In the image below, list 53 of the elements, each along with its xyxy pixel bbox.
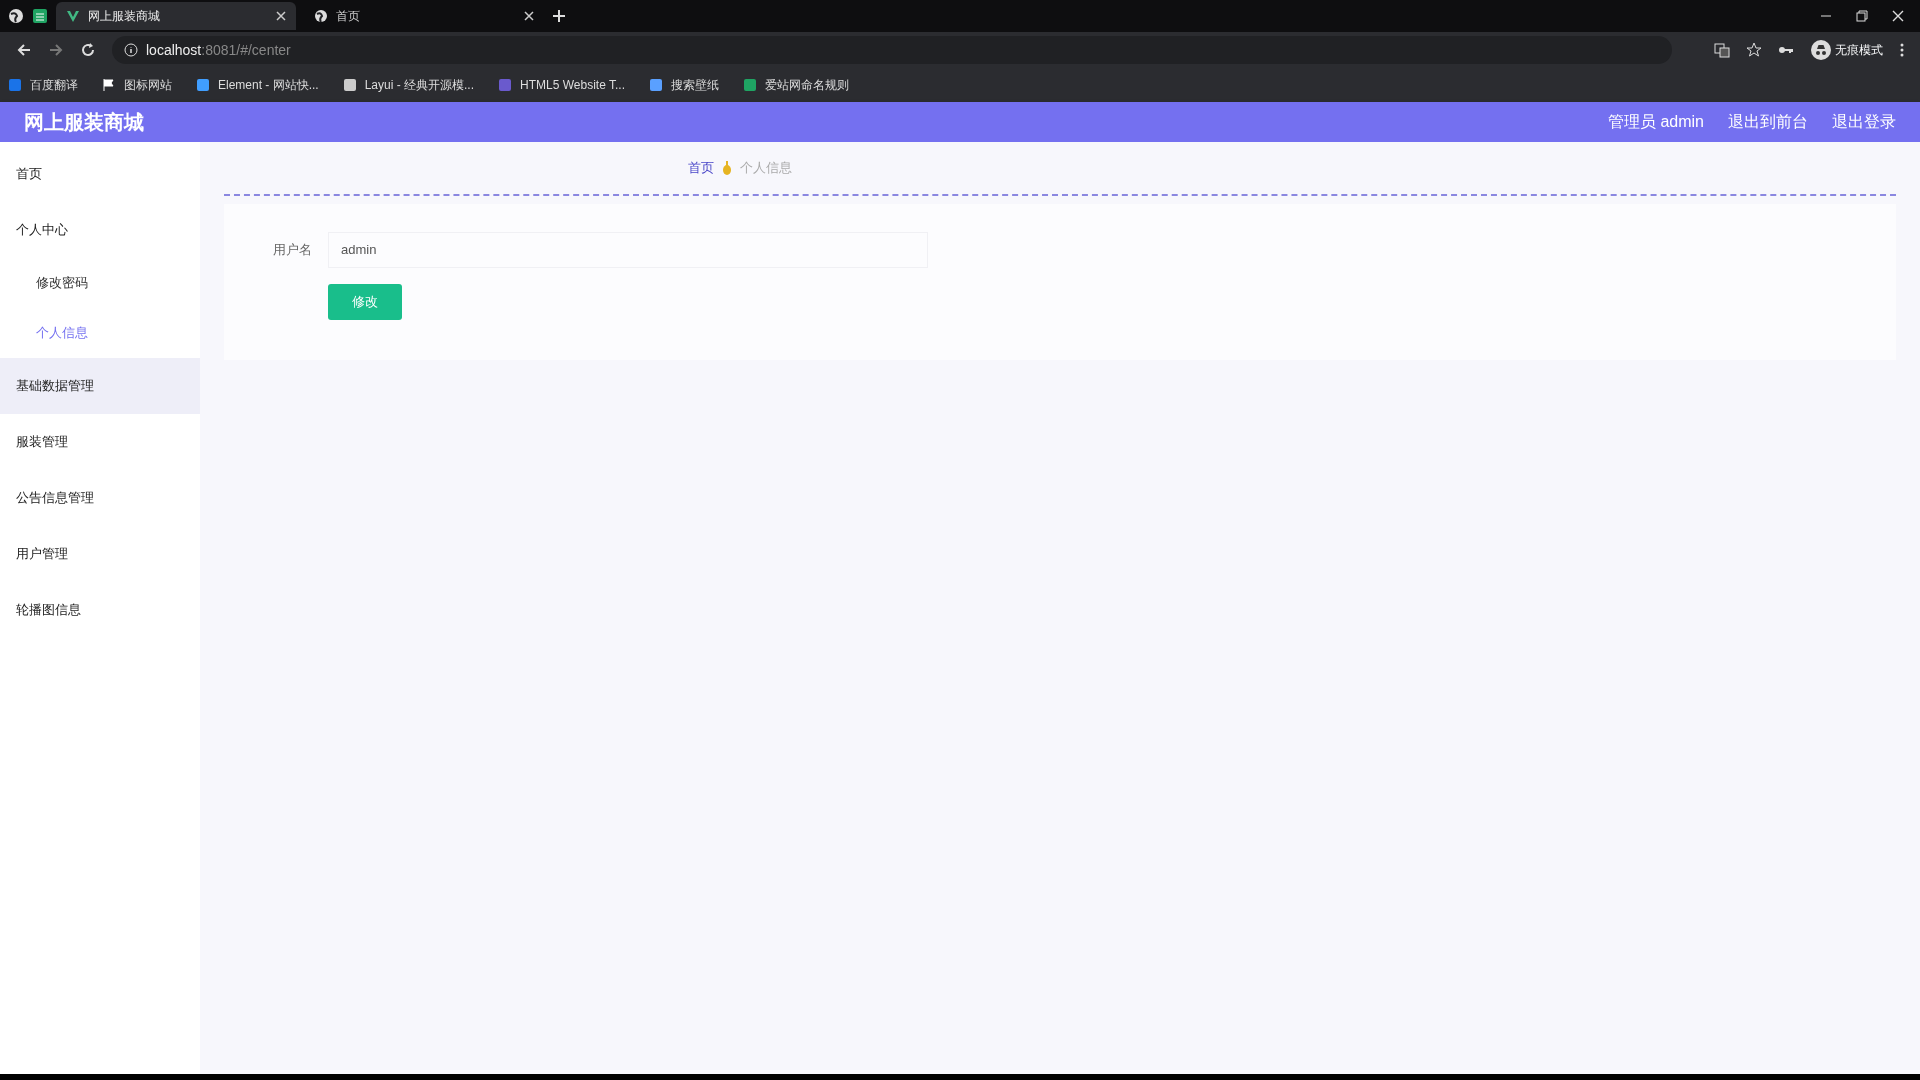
sidebar-item[interactable]: 首页	[0, 146, 200, 202]
address-bar[interactable]: localhost:8081/#/center	[112, 36, 1672, 64]
close-icon[interactable]	[276, 11, 286, 21]
bookmark-icon	[649, 78, 663, 92]
sidebar-item[interactable]: 基础数据管理	[0, 358, 200, 414]
close-icon[interactable]	[524, 11, 534, 21]
sidebar-item[interactable]: 公告信息管理	[0, 470, 200, 526]
header-link[interactable]: 退出登录	[1832, 110, 1896, 134]
input-field[interactable]: admin	[328, 231, 928, 268]
star-icon[interactable]	[1746, 42, 1762, 58]
sidebar-item[interactable]: 用户管理	[0, 526, 200, 582]
bookmark-link[interactable]: 爱站网命名规则	[743, 76, 849, 94]
bookmark-link[interactable]: HTML5 Website T...	[498, 76, 625, 94]
profile-button[interactable]: 无痕模式	[1810, 39, 1884, 61]
bookmark-link[interactable]: 搜索壁纸	[649, 76, 719, 94]
header-link[interactable]: 退出到前台	[1728, 110, 1808, 134]
forward-icon[interactable]	[48, 42, 64, 58]
breadcrumb-current: 个人信息	[740, 159, 792, 177]
url-text: localhost:8081/#/center	[146, 40, 291, 60]
reload-icon[interactable]	[80, 42, 96, 58]
user-label: 管理员 admin	[1607, 112, 1704, 132]
tab-title: 网上服装商城	[88, 8, 161, 25]
tab-title: 首页	[336, 8, 361, 25]
flag-icon	[102, 78, 116, 92]
sidebar-subitem[interactable]: 个人信息	[0, 308, 200, 358]
info-icon	[124, 43, 138, 57]
bookmark-icon	[498, 78, 513, 92]
field-label: 用户名	[272, 240, 312, 259]
more-icon[interactable]	[1900, 43, 1904, 57]
sidebar-item[interactable]: 服装管理	[0, 414, 200, 470]
sidebar-item[interactable]: 轮播图信息	[0, 582, 200, 638]
incognito-icon	[1811, 40, 1831, 60]
bookmark-link[interactable]: 图标网站	[102, 76, 172, 94]
site-title: 网上服装商城	[24, 110, 144, 135]
browser-tab[interactable]: 首页	[304, 2, 544, 30]
bookmark-icon	[743, 78, 757, 92]
sheet-icon[interactable]	[32, 8, 48, 24]
sidebar-subitem[interactable]: 修改密码	[0, 258, 200, 308]
translate-icon[interactable]	[1714, 42, 1730, 58]
bookmark-link[interactable]: 百度翻译	[8, 76, 78, 94]
bookmark-link[interactable]: Element - 网站快...	[196, 76, 319, 94]
bookmark-icon	[196, 78, 210, 92]
breadcrumb-link[interactable]: 首页	[688, 158, 714, 178]
bookmark-icon	[342, 78, 357, 92]
close-icon[interactable]	[1892, 10, 1904, 22]
plus-icon[interactable]	[552, 9, 566, 23]
bookmark-icon	[8, 78, 22, 92]
v-logo-icon	[66, 9, 80, 23]
sidebar-item[interactable]: 个人中心	[0, 202, 200, 258]
restore-icon[interactable]	[1856, 10, 1868, 22]
bookmark-link[interactable]: Layui - 经典开源模...	[342, 76, 475, 94]
back-icon[interactable]	[16, 42, 32, 58]
browser-tab[interactable]: 网上服装商城	[56, 2, 296, 30]
